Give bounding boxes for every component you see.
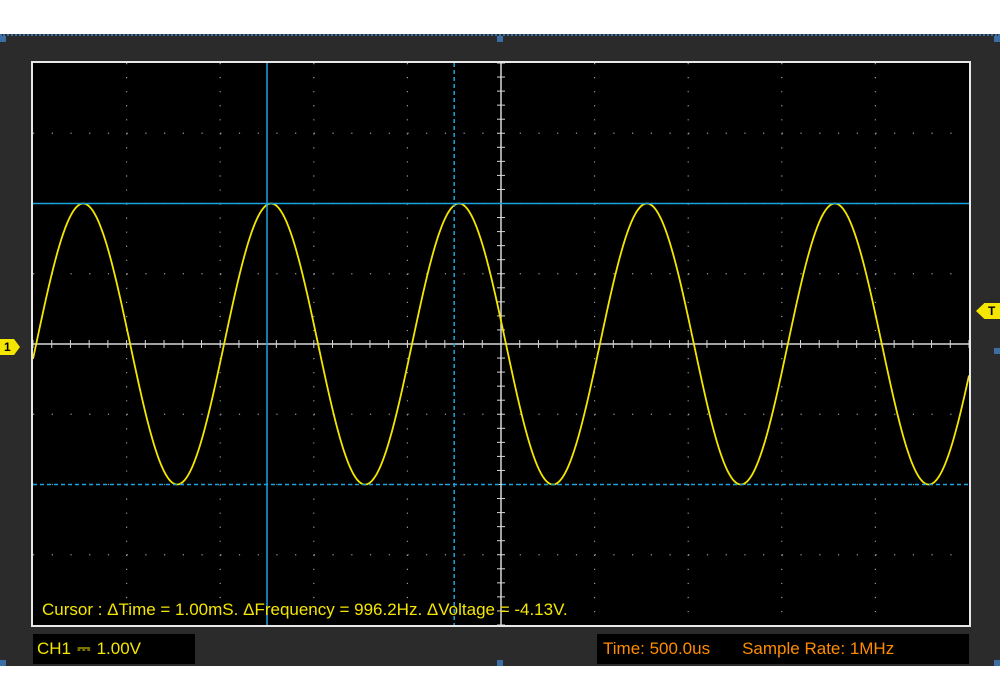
- sample-rate-value: Sample Rate: 1MHz: [742, 639, 895, 658]
- timebase-status-box[interactable]: Time: 500.0us Sample Rate: 1MHz: [597, 634, 969, 664]
- frame-corner-tick: [994, 36, 1000, 42]
- frame-right-tick: [994, 348, 1000, 354]
- frame-corner-tick: [0, 660, 6, 666]
- timebase-value: Time: 500.0us: [603, 639, 711, 658]
- frame-top-tick: [497, 36, 503, 42]
- oscilloscope-screen[interactable]: [31, 61, 971, 627]
- cursor-readout: Cursor : ΔTime = 1.00mS. ΔFrequency = 99…: [42, 600, 568, 619]
- dc-coupling-icon: ⎓: [77, 639, 91, 658]
- volts-per-div-value: 1.00V: [96, 639, 142, 658]
- frame-corner-tick: [0, 36, 6, 42]
- channel-label: CH1: [37, 639, 72, 658]
- channel-status-box[interactable]: CH1 ⎓ 1.00V: [33, 634, 195, 664]
- frame-bottom-tick: [497, 660, 503, 666]
- waveform-display[interactable]: [33, 63, 969, 625]
- frame-corner-tick: [994, 660, 1000, 666]
